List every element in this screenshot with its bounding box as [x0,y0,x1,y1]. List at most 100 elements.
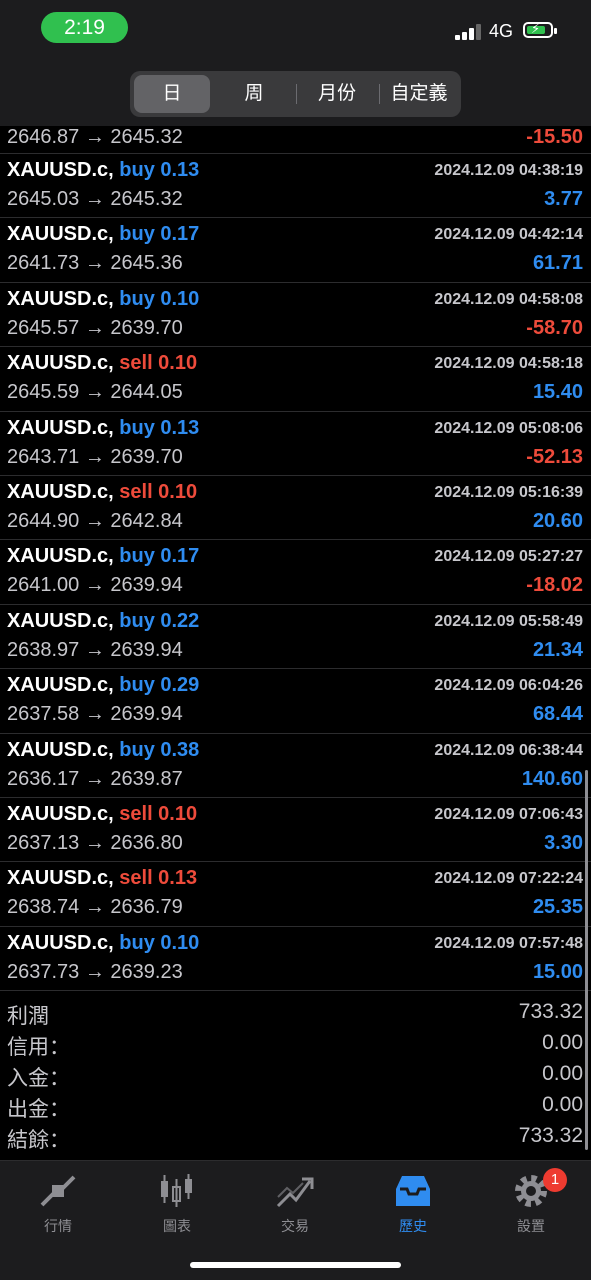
trade-price: 2645.59 → 2644.05 [7,381,183,404]
trade-symbol: XAUUSD.c, sell 0.13 [7,867,197,890]
symbol-label: XAUUSD.c, [7,480,114,503]
trade-symbol: XAUUSD.c, sell 0.10 [7,481,197,504]
trade-price: 2637.58 → 2639.94 [7,703,183,726]
home-indicator[interactable] [190,1262,401,1268]
trade-time: 2024.12.09 04:38:19 [434,162,583,179]
trade-symbol: XAUUSD.c, buy 0.13 [7,417,199,440]
symbol-label: XAUUSD.c, [7,802,114,825]
period-tab-week[interactable]: 周 [216,75,292,113]
symbol-label: XAUUSD.c, [7,545,114,568]
period-tab-day[interactable]: 日 [134,75,210,113]
trade-trend-icon [245,1171,345,1211]
summary-value: 0.00 [542,1093,583,1116]
trade-row[interactable]: XAUUSD.c, sell 0.13 2024.12.09 07:22:24 26… [0,862,591,927]
tab-label: 圖表 [163,1218,191,1234]
trade-price: 2641.00 → 2639.94 [7,574,183,597]
trade-symbol: XAUUSD.c, buy 0.13 [7,159,199,182]
trade-symbol: XAUUSD.c, buy 0.10 [7,288,199,311]
trade-row[interactable]: XAUUSD.c, buy 0.13 2024.12.09 04:38:19 264… [0,154,591,219]
trade-price: 2645.57 → 2639.70 [7,316,183,339]
trade-symbol: XAUUSD.c, buy 0.29 [7,674,199,697]
trade-price: 2638.74 → 2636.79 [7,896,183,919]
summary-row: 出金： 0.00 [0,1091,591,1122]
trade-row[interactable]: XAUUSD.c, buy 0.17 2024.12.09 04:42:14 264… [0,218,591,283]
cellular-signal-icon [455,24,483,40]
symbol-label: XAUUSD.c, [7,931,114,954]
trade-row[interactable]: XAUUSD.c, sell 0.10 2024.12.09 05:16:39 26… [0,476,591,541]
tab-charts[interactable]: 圖表 [127,1171,227,1236]
summary-row: 信用： 0.00 [0,1029,591,1060]
symbol-label: XAUUSD.c, [7,609,114,632]
trade-time: 2024.12.09 05:27:27 [434,548,583,566]
summary-row: 利潤 733.32 [0,998,591,1029]
tab-quotes[interactable]: 行情 [8,1171,108,1236]
trade-side-volume: sell 0.10 [119,480,198,503]
trade-row[interactable]: XAUUSD.c, sell 0.10 2024.12.09 04:58:18 26… [0,347,591,412]
top-header: 2:19 4G ⚡ 日 周 月份 自定義 [0,0,591,126]
trade-time: 2024.12.09 07:22:24 [434,870,583,888]
symbol-label: XAUUSD.c, [7,738,114,761]
trade-time: 2024.12.09 06:04:26 [434,677,583,695]
tab-history[interactable]: 歷史 [363,1171,463,1236]
trade-price: 2646.87 → 2645.32 [7,126,183,148]
trade-row[interactable]: XAUUSD.c, buy 0.10 2024.12.09 04:58:08 264… [0,283,591,348]
period-tab-custom[interactable]: 自定義 [381,75,457,113]
trade-time: 2024.12.09 05:08:06 [434,419,583,437]
symbol-label: XAUUSD.c, [7,352,114,375]
trade-row[interactable]: XAUUSD.c, sell 0.10 2024.12.09 07:06:43 26… [0,798,591,863]
symbol-label: XAUUSD.c, [7,867,114,890]
trade-side-volume: buy 0.38 [119,738,200,761]
trade-time: 2024.12.09 04:58:18 [434,355,583,373]
trade-time: 2024.12.09 04:42:14 [434,226,583,244]
trade-symbol: XAUUSD.c, buy 0.38 [7,739,199,762]
trade-time: 2024.12.09 07:06:43 [434,805,583,823]
trade-row[interactable]: XAUUSD.c, buy 0.10 2024.12.09 07:57:48 263… [0,927,591,992]
summary-value: 0.00 [542,1031,583,1054]
symbol-label: XAUUSD.c, [7,674,114,697]
symbol-label: XAUUSD.c, [7,287,114,310]
trade-time: 2024.12.09 06:38:44 [434,741,583,759]
symbol-label: XAUUSD.c, [7,159,114,181]
summary-row: 入金： 0.00 [0,1060,591,1091]
trade-symbol: XAUUSD.c, buy 0.10 [7,932,199,955]
trade-side-volume: buy 0.29 [119,674,200,697]
trade-profit: -15.50 [526,126,583,148]
trade-side-volume: buy 0.17 [119,223,200,246]
trade-profit: 21.34 [532,638,583,661]
trade-side-volume: sell 0.13 [119,867,198,890]
tab-trade[interactable]: 交易 [245,1171,345,1236]
trade-price: 2641.73 → 2645.36 [7,252,183,275]
symbol-label: XAUUSD.c, [7,416,114,439]
tab-label: 行情 [44,1218,72,1234]
tab-label: 交易 [281,1218,309,1234]
summary-label: 信用： [7,1036,70,1059]
trade-time: 2024.12.09 07:57:48 [434,934,583,952]
trade-side-volume: sell 0.10 [119,802,198,825]
summary-value: 0.00 [542,1062,583,1085]
trade-profit: -52.13 [526,445,583,468]
trade-history-list: 2646.87 → 2645.32 -15.50 XAUUSD.c, buy 0… [0,126,591,992]
trade-profit: 68.44 [532,703,583,726]
trade-time: 2024.12.09 05:58:49 [434,612,583,630]
trade-symbol: XAUUSD.c, buy 0.22 [7,610,199,633]
trade-row-partial[interactable]: 2646.87 → 2645.32 -15.50 [0,126,591,154]
trade-row[interactable]: XAUUSD.c, buy 0.13 2024.12.09 05:08:06 264… [0,412,591,476]
summary-label: 利潤 [7,1005,49,1028]
trade-row[interactable]: XAUUSD.c, buy 0.22 2024.12.09 05:58:49 263… [0,605,591,670]
trade-row[interactable]: XAUUSD.c, buy 0.38 2024.12.09 06:38:44 263… [0,734,591,798]
trade-row[interactable]: XAUUSD.c, buy 0.17 2024.12.09 05:27:27 264… [0,540,591,605]
trade-side-volume: buy 0.22 [119,609,200,632]
tab-settings[interactable]: 設置 1 [481,1168,581,1236]
trade-side-volume: buy 0.10 [119,931,200,954]
trade-price: 2637.73 → 2639.23 [7,960,183,983]
account-summary: 利潤 733.32 信用： 0.00 入金： 0.00 出金： 0.00 結餘： 733.32 [0,998,591,1153]
trade-row[interactable]: XAUUSD.c, buy 0.29 2024.12.09 06:04:26 263… [0,669,591,734]
quotes-arrows-icon [8,1171,108,1211]
trade-profit: 20.60 [532,509,583,532]
summary-row: 結餘： 733.32 [0,1122,591,1153]
trade-price: 2637.13 → 2636.80 [7,831,183,854]
battery-charging-icon: ⚡ [523,21,557,38]
notification-badge: 1 [543,1168,567,1192]
trade-price: 2636.17 → 2639.87 [7,767,183,790]
period-tab-month[interactable]: 月份 [298,75,376,113]
